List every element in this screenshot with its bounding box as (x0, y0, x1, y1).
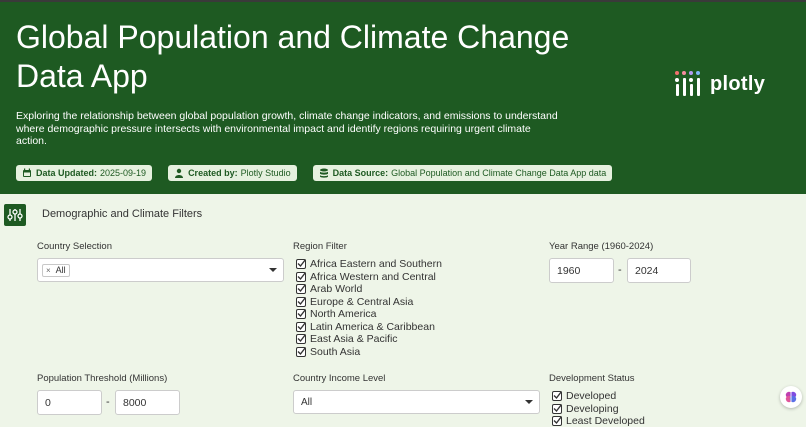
region-option[interactable]: Latin America & Caribbean (296, 321, 442, 334)
region-option-label: Africa Western and Central (310, 270, 436, 283)
calendar-icon (22, 168, 32, 178)
region-option[interactable]: South Asia (296, 346, 442, 359)
region-checklist: Africa Eastern and Southern Africa Weste… (296, 258, 442, 358)
plotly-logo-mark-icon (674, 70, 702, 98)
chevron-down-icon[interactable] (525, 400, 533, 404)
region-option-label: Europe & Central Asia (310, 295, 414, 308)
population-threshold-label: Population Threshold (Millions) (37, 373, 168, 384)
year-range-label: Year Range (1960-2024) (549, 241, 654, 252)
region-option[interactable]: North America (296, 308, 442, 321)
badge-value: Plotly Studio (240, 168, 291, 178)
checkbox-checked-icon[interactable] (296, 309, 307, 320)
logo-text: plotly (710, 72, 766, 95)
development-option[interactable]: Developed (552, 390, 645, 403)
income-level-label: Country Income Level (293, 373, 386, 384)
data-updated-badge: Data Updated: 2025-09-19 (16, 165, 153, 181)
income-level-dropdown[interactable]: All (293, 390, 540, 414)
country-selection-dropdown[interactable]: × All (37, 258, 284, 282)
region-option-label: North America (310, 308, 377, 321)
region-filter-label: Region Filter (293, 241, 347, 252)
checkbox-checked-icon[interactable] (296, 296, 307, 307)
badge-key: Created by: (188, 168, 238, 178)
checkbox-checked-icon[interactable] (296, 321, 307, 332)
development-option-label: Developed (566, 390, 617, 403)
created-by-badge: Created by: Plotly Studio (168, 165, 297, 181)
badge-value: Global Population and Climate Change Dat… (391, 168, 607, 178)
checkbox-checked-icon[interactable] (552, 391, 563, 402)
checkbox-checked-icon[interactable] (296, 346, 307, 357)
checkbox-checked-icon[interactable] (552, 416, 563, 427)
badge-value: 2025-09-19 (100, 168, 147, 178)
population-max-input[interactable]: 8000 (115, 390, 180, 415)
checkbox-checked-icon[interactable] (296, 259, 307, 270)
sliders-icon[interactable] (4, 204, 26, 226)
badge-key: Data Updated: (36, 168, 98, 178)
region-option[interactable]: East Asia & Pacific (296, 333, 442, 346)
region-option-label: South Asia (310, 345, 361, 358)
year-from-input[interactable]: 1960 (549, 258, 614, 283)
development-option[interactable]: Developing (552, 403, 645, 416)
income-level-value: All (301, 396, 313, 408)
development-checklist: Developed Developing Least Developed (552, 390, 645, 427)
development-status-label: Development Status (549, 373, 635, 384)
country-selection-label: Country Selection (37, 241, 112, 252)
user-icon (174, 168, 184, 178)
country-tag-label: All (55, 265, 66, 275)
page-description: Exploring the relationship between globa… (16, 110, 558, 147)
badge-row: Data Updated: 2025-09-19 Created by: Plo… (16, 165, 613, 181)
development-option-label: Least Developed (566, 415, 645, 427)
region-option-label: Latin America & Caribbean (310, 320, 435, 333)
range-separator: - (106, 396, 110, 408)
page-title: Global Population and Climate Change Dat… (16, 19, 570, 94)
data-source-badge: Data Source: Global Population and Clima… (312, 165, 613, 181)
year-to-input[interactable]: 2024 (627, 258, 691, 283)
region-option[interactable]: Europe & Central Asia (296, 296, 442, 309)
database-icon (319, 168, 329, 178)
region-option[interactable]: Africa Eastern and Southern (296, 258, 442, 271)
badge-key: Data Source: (332, 168, 389, 178)
range-separator: - (618, 264, 622, 276)
region-option-label: Africa Eastern and Southern (310, 258, 442, 271)
population-min-input[interactable]: 0 (37, 390, 102, 415)
development-option-label: Developing (566, 402, 619, 415)
app-header: Global Population and Climate Change Dat… (0, 2, 806, 194)
region-option-label: East Asia & Pacific (310, 333, 398, 346)
region-option-label: Arab World (310, 283, 363, 296)
remove-tag-icon[interactable]: × (46, 266, 51, 275)
checkbox-checked-icon[interactable] (296, 271, 307, 282)
filters-header[interactable]: Demographic and Climate Filters (0, 194, 806, 234)
checkbox-checked-icon[interactable] (296, 334, 307, 345)
country-tag[interactable]: × All (42, 263, 70, 277)
checkbox-checked-icon[interactable] (296, 284, 307, 295)
filters-title: Demographic and Climate Filters (42, 208, 203, 220)
brain-icon (785, 391, 797, 403)
development-option[interactable]: Least Developed (552, 415, 645, 427)
plotly-logo: plotly (674, 70, 765, 98)
region-option[interactable]: Africa Western and Central (296, 271, 442, 284)
assistant-fab-button[interactable] (780, 386, 802, 408)
region-option[interactable]: Arab World (296, 283, 442, 296)
checkbox-checked-icon[interactable] (552, 403, 563, 414)
chevron-down-icon[interactable] (269, 268, 277, 272)
